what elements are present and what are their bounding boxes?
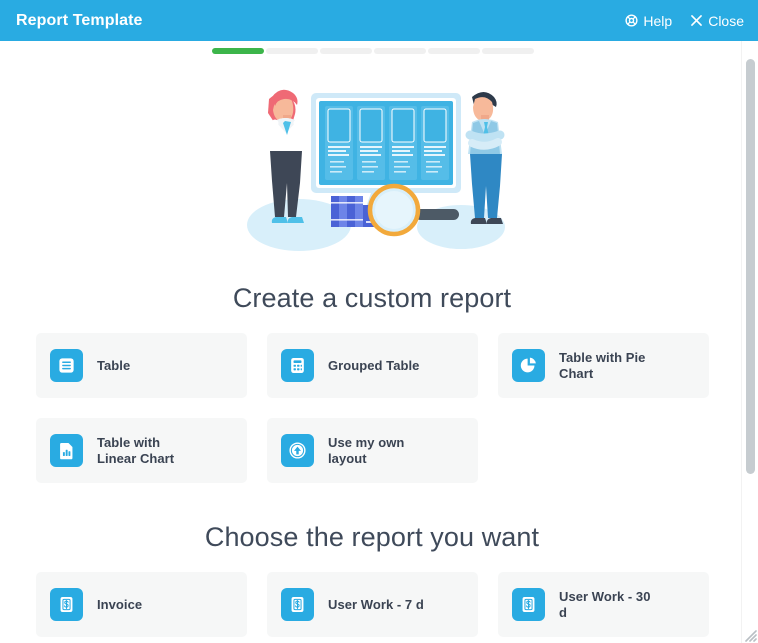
report-card-label: Invoice (97, 597, 142, 613)
grouped-table-icon (281, 349, 314, 382)
invoice-document-icon (281, 588, 314, 621)
progress-segment-6 (482, 48, 534, 54)
report-template-window: Report Template Help Clo (0, 0, 758, 643)
close-button[interactable]: Close (690, 13, 744, 29)
progress-segment-2 (266, 48, 318, 54)
custom-report-card-label: Table withLinear Chart (97, 435, 174, 467)
progress-segment-5 (428, 48, 480, 54)
window-title: Report Template (16, 12, 143, 30)
custom-report-card-label: Table with PieChart (559, 350, 645, 382)
report-card-label: User Work - 30d (559, 589, 651, 621)
help-button[interactable]: Help (625, 13, 672, 29)
dialog-content-scroll-area: Create a custom report Table Grouped Tabl… (0, 41, 758, 643)
section-heading-choose-report: Choose the report you want (0, 522, 744, 553)
lifebuoy-icon (625, 14, 638, 27)
progress-segment-3 (320, 48, 372, 54)
vertical-scrollbar-thumb[interactable] (746, 59, 755, 474)
close-button-label: Close (708, 13, 744, 29)
wizard-progress-bar (212, 48, 534, 54)
report-card-label: User Work - 7 d (328, 597, 424, 613)
custom-report-card-table-with-pie-chart[interactable]: Table with PieChart (498, 333, 709, 398)
progress-segment-4 (374, 48, 426, 54)
window-titlebar: Report Template Help Clo (0, 0, 758, 41)
custom-report-card-grouped-table[interactable]: Grouped Table (267, 333, 478, 398)
report-card-user-work-7-d[interactable]: User Work - 7 d (267, 572, 478, 637)
table-document-icon (50, 349, 83, 382)
report-card-user-work-30-d[interactable]: User Work - 30d (498, 572, 709, 637)
custom-report-card-table[interactable]: Table (36, 333, 247, 398)
vertical-scrollbar-track[interactable] (741, 41, 758, 643)
progress-segment-1 (212, 48, 264, 54)
pie-chart-icon (512, 349, 545, 382)
invoice-document-icon (50, 588, 83, 621)
titlebar-actions: Help Close (625, 13, 744, 29)
invoice-document-icon (512, 588, 545, 621)
help-button-label: Help (643, 13, 672, 29)
upload-circle-icon (281, 434, 314, 467)
custom-report-card-label: Grouped Table (328, 358, 419, 374)
predefined-report-card-grid: Invoice User Work - 7 d User Work - 30d (36, 572, 711, 637)
custom-report-card-label: Table (97, 358, 130, 374)
bar-chart-document-icon (50, 434, 83, 467)
report-card-invoice[interactable]: Invoice (36, 572, 247, 637)
custom-report-card-use-my-own-layout[interactable]: Use my ownlayout (267, 418, 478, 483)
custom-report-card-grid: Table Grouped Table Table with PieChart Tab… (36, 333, 711, 483)
custom-report-card-label: Use my ownlayout (328, 435, 404, 467)
custom-report-card-table-with-linear-chart[interactable]: Table withLinear Chart (36, 418, 247, 483)
report-dashboard-illustration (239, 77, 519, 262)
section-heading-create-custom-report: Create a custom report (0, 283, 744, 314)
window-resize-grip[interactable] (741, 626, 757, 642)
close-icon (690, 14, 703, 27)
